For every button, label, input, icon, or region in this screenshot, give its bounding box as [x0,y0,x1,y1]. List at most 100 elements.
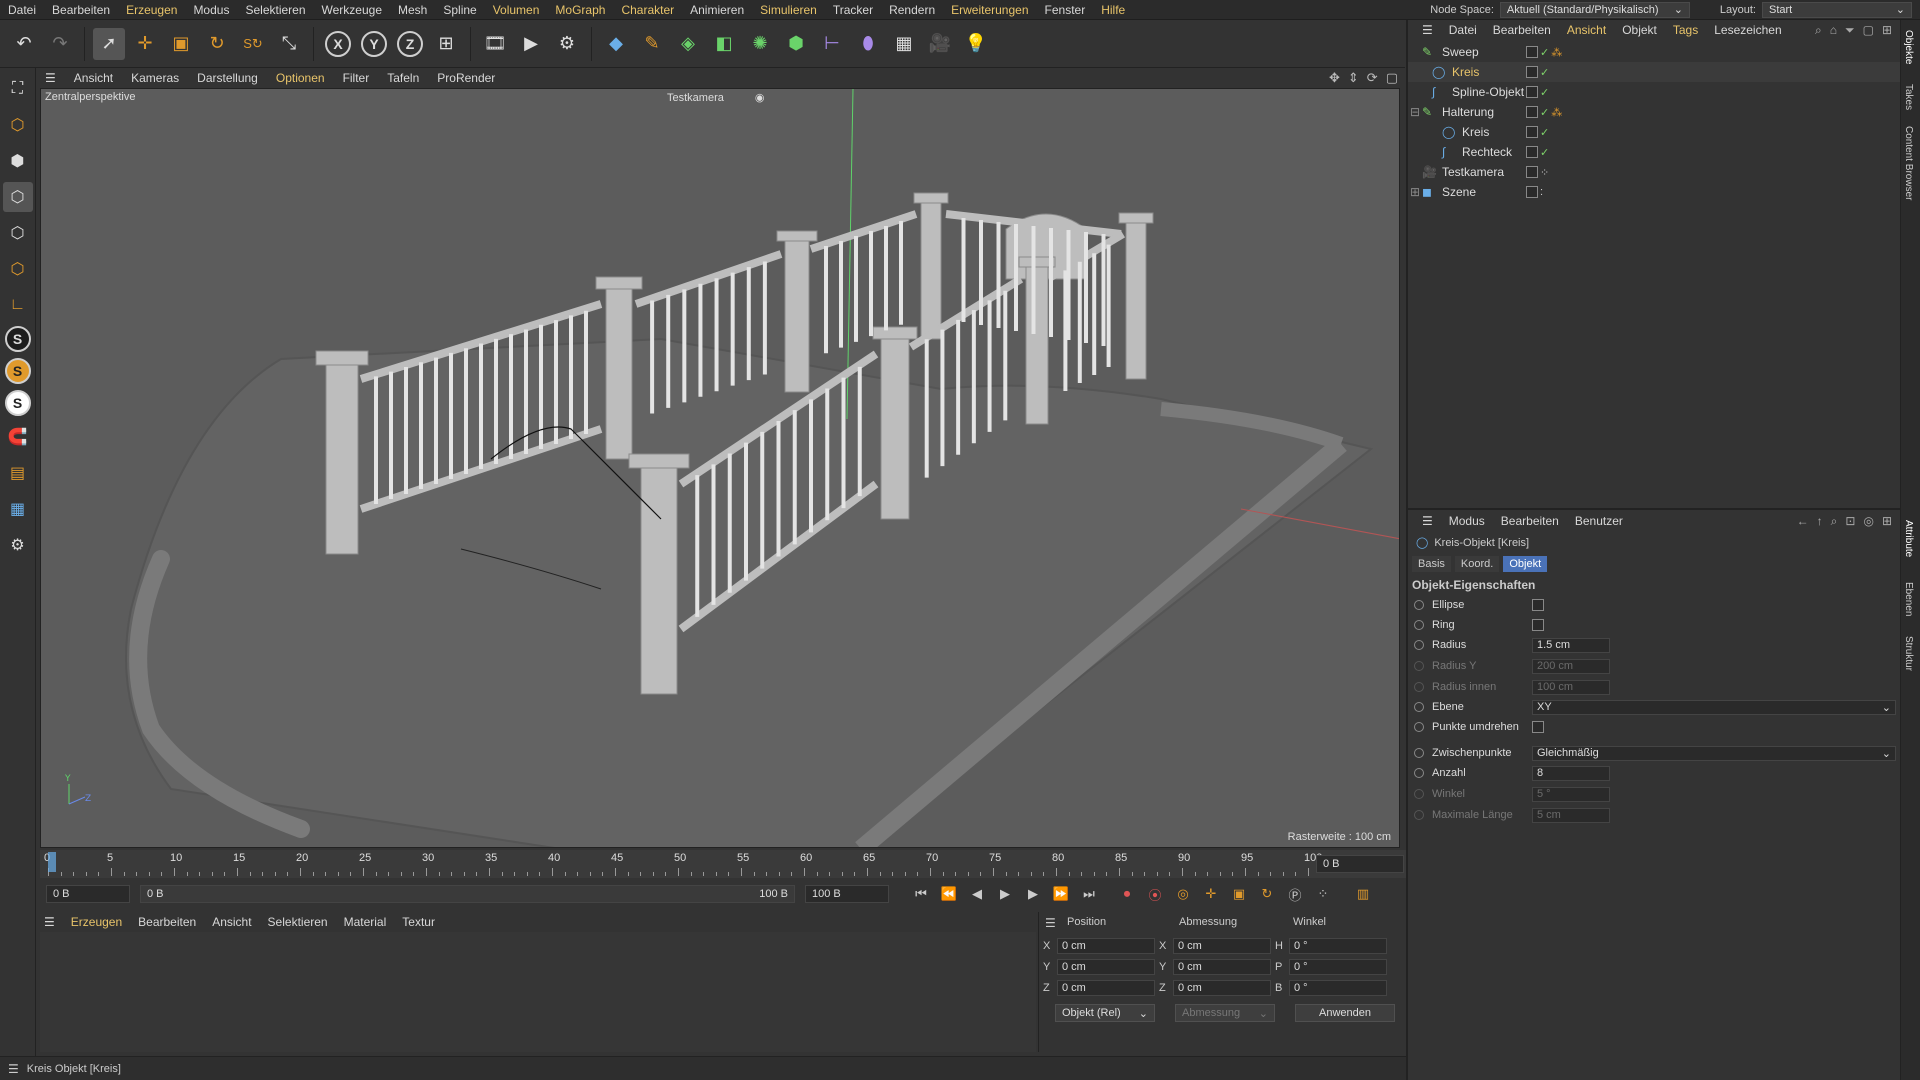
object-menu-lesezeichen[interactable]: Lesezeichen [1706,23,1789,37]
scale-tool-icon[interactable]: ▣ [165,28,197,60]
camera-icon[interactable]: 🎥 [924,28,956,60]
object-row-testkamera[interactable]: 🎥 Testkamera ⁘ [1408,162,1900,182]
parameter-key-icon[interactable]: Ⓟ [1283,882,1307,906]
size-x-field[interactable]: 0 cm [1173,938,1271,954]
tab-koord[interactable]: Koord. [1454,556,1500,572]
timeline-ruler[interactable]: 0510152025303540455055606570758085909510… [40,850,1406,878]
rotation-key-icon[interactable]: ↻ [1255,882,1279,906]
playhead[interactable] [48,852,56,872]
undo-icon[interactable]: ↶ [8,28,40,60]
viewport-menu-darstellung[interactable]: Darstellung [188,71,267,85]
position-z-field[interactable]: 0 cm [1057,980,1155,996]
ellipse-checkbox[interactable] [1532,599,1544,611]
edges-mode-icon[interactable]: ⬡ [3,218,33,248]
home-icon[interactable]: ⌂ [1830,23,1837,38]
object-menu-bearbeiten[interactable]: Bearbeiten [1485,23,1559,37]
lock-icon[interactable]: ▢ [1863,23,1874,38]
animate-radio[interactable] [1414,620,1424,630]
axis-x-button[interactable]: X [322,28,354,60]
size-z-field[interactable]: 0 cm [1173,980,1271,996]
zoom-icon[interactable]: ⇕ [1348,70,1359,86]
render-settings-icon[interactable]: ⚙ [551,28,583,60]
light-icon[interactable]: 💡 [960,28,992,60]
object-flags[interactable]: : [1526,186,1543,198]
interpolation-select[interactable]: Gleichmäßig ⌄ [1532,745,1896,761]
prev-frame-icon[interactable]: ◀ [965,882,989,906]
attribute-menu-modus[interactable]: Modus [1441,514,1493,528]
menu-animieren[interactable]: Animieren [682,3,752,17]
current-frame-field[interactable]: 0 B [1316,855,1404,873]
menu-rendern[interactable]: Rendern [881,3,943,17]
pen-icon[interactable]: ✎ [636,28,668,60]
object-menu-datei[interactable]: Datei [1441,23,1485,37]
make-editable-icon[interactable]: ⛶ [3,74,33,104]
menu-bearbeiten[interactable]: Bearbeiten [44,3,118,17]
menu-charakter[interactable]: Charakter [613,3,682,17]
side-tab-ebenen[interactable]: Ebenen [1903,582,1914,616]
cube-icon[interactable]: ◆ [600,28,632,60]
attribute-menu-hamburger-icon[interactable]: ☰ [1414,514,1441,528]
3d-viewport[interactable]: Y Z Zentralperspektive Testkamera ◉ Rast… [40,88,1400,848]
menu-volumen[interactable]: Volumen [485,3,548,17]
side-tab-struktur[interactable]: Struktur [1903,636,1914,671]
animate-radio[interactable] [1414,640,1424,650]
axis-mode-icon[interactable]: ∟ [3,290,33,320]
keyframe-selection-icon[interactable]: ◎ [1171,882,1195,906]
workplane-icon[interactable]: ▤ [3,458,33,488]
ring-checkbox[interactable] [1532,619,1544,631]
cloner-icon[interactable]: ✺ [744,28,776,60]
object-menu-tags[interactable]: Tags [1665,23,1706,37]
visibility-checkbox[interactable] [1526,105,1538,118]
object-row-kreis-2[interactable]: ◯ Kreis ✓ [1408,122,1900,142]
animate-radio[interactable] [1414,702,1424,712]
animate-radio[interactable] [1414,722,1424,732]
object-flags[interactable]: ⁘ [1526,165,1549,179]
render-view-icon[interactable]: ▶ [515,28,547,60]
rotation-p-field[interactable]: 0 ° [1289,959,1387,975]
apply-button[interactable]: Anwenden [1295,1004,1395,1022]
pan-icon[interactable]: ✥ [1329,70,1340,86]
end-frame-field[interactable]: 100 B [805,885,889,903]
side-tab-takes[interactable]: Takes [1903,84,1914,110]
rotation-b-field[interactable]: 0 ° [1289,980,1387,996]
recent-tools-icon[interactable]: S↻ [237,28,269,60]
scale-key-icon[interactable]: ▣ [1227,882,1251,906]
side-tab-content-browser[interactable]: Content Browser [1903,126,1914,200]
rotate-tool-icon[interactable]: ↻ [201,28,233,60]
visibility-checkbox[interactable] [1526,85,1538,98]
object-flags[interactable]: ✓ [1526,65,1549,79]
menu-selektieren[interactable]: Selektieren [237,3,313,17]
locked-workplane-icon[interactable]: ▦ [3,494,33,524]
timeline-window-icon[interactable]: ▥ [1351,882,1375,906]
search-icon[interactable]: ⌕ [1831,514,1838,529]
object-flags[interactable]: ✓ [1526,85,1549,99]
axis-y-button[interactable]: Y [358,28,390,60]
object-flags[interactable]: ✓ ⁂ [1526,45,1562,59]
range-slider[interactable]: 0 B 100 B [140,885,795,903]
menu-werkzeuge[interactable]: Werkzeuge [314,3,390,17]
menu-simulieren[interactable]: Simulieren [752,3,825,17]
animate-radio[interactable] [1414,748,1424,758]
field-icon[interactable]: ⬮ [852,28,884,60]
visibility-checkbox[interactable] [1526,145,1538,158]
position-y-field[interactable]: 0 cm [1057,959,1155,975]
generator-icon[interactable]: ◧ [708,28,740,60]
axis-z-button[interactable]: Z [394,28,426,60]
viewport-menu-kameras[interactable]: Kameras [122,71,188,85]
filter-icon[interactable]: ⏷ [1845,23,1855,38]
world-coords-icon[interactable]: ⊞ [430,28,462,60]
magnet-icon[interactable]: 🧲 [3,422,33,452]
material-menu-material[interactable]: Material [336,915,395,929]
snap-settings-icon[interactable]: S [4,390,31,416]
size-mode-select[interactable]: Abmessung ⌄ [1175,1004,1275,1022]
settings-icon[interactable]: ◎ [1863,514,1873,529]
object-flags[interactable]: ✓ ⁂ [1526,105,1562,119]
pla-key-icon[interactable]: ⁘ [1311,882,1335,906]
model-mode-icon[interactable]: ⬡ [3,110,33,140]
object-row-rechteck[interactable]: ∫ Rechteck ✓ [1408,142,1900,162]
viewport-menu-filter[interactable]: Filter [334,71,379,85]
autokey-icon[interactable]: ⦿ [1143,882,1167,906]
expand-icon[interactable]: ⊞ [1410,185,1420,199]
attribute-menu-benutzer[interactable]: Benutzer [1567,514,1631,528]
material-menu-erzeugen[interactable]: Erzeugen [63,915,130,929]
